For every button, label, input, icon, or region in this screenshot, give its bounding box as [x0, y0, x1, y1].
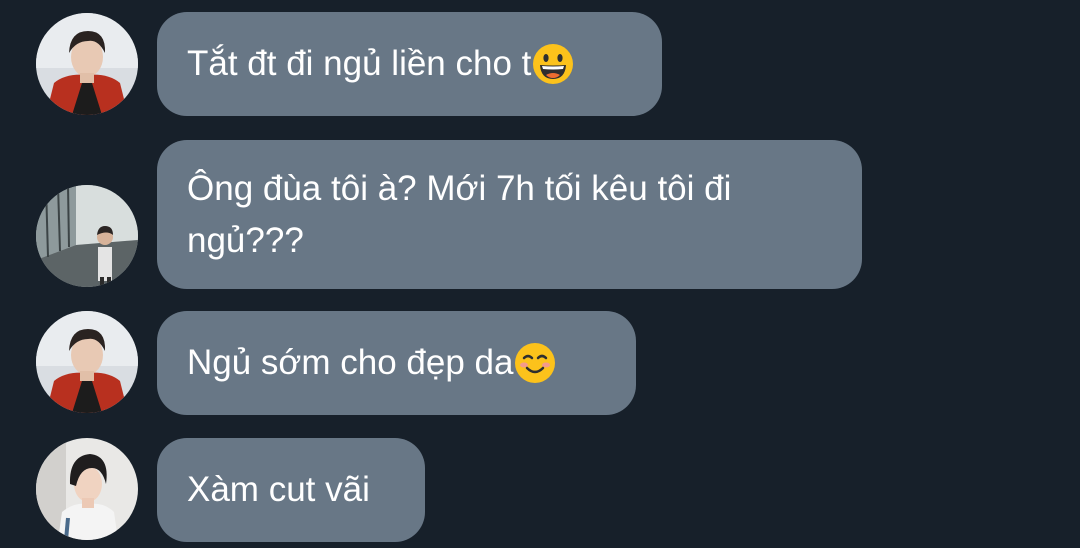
avatar-photo	[36, 438, 138, 540]
avatar[interactable]	[36, 13, 138, 115]
avatar[interactable]	[36, 438, 138, 540]
message-text: Xàm cut vãi	[187, 470, 370, 509]
message-bubble[interactable]: Ông đùa tôi à? Mới 7h tối kêu tôi đi ngủ…	[157, 140, 862, 289]
message-text: Ngủ sớm cho đẹp da	[187, 343, 514, 382]
message-bubble[interactable]: Tắt đt đi ngủ liền cho t	[157, 12, 662, 116]
avatar-photo	[36, 311, 138, 413]
message-bubble[interactable]: Xàm cut vãi	[157, 438, 425, 542]
message-text: Ông đùa tôi à? Mới 7h tối kêu tôi đi ngủ…	[187, 168, 732, 260]
message-bubble[interactable]: Ngủ sớm cho đẹp da	[157, 311, 636, 415]
avatar-photo	[36, 13, 138, 115]
message-text: Tắt đt đi ngủ liền cho t	[187, 44, 532, 83]
avatar[interactable]	[36, 185, 138, 287]
avatar-photo	[36, 185, 138, 287]
avatar[interactable]	[36, 311, 138, 413]
smiling-face-icon	[513, 341, 557, 385]
chat-thread: Tắt đt đi ngủ liền cho t Ông đùa tôi à? …	[0, 0, 1080, 548]
grinning-face-icon	[531, 42, 575, 86]
